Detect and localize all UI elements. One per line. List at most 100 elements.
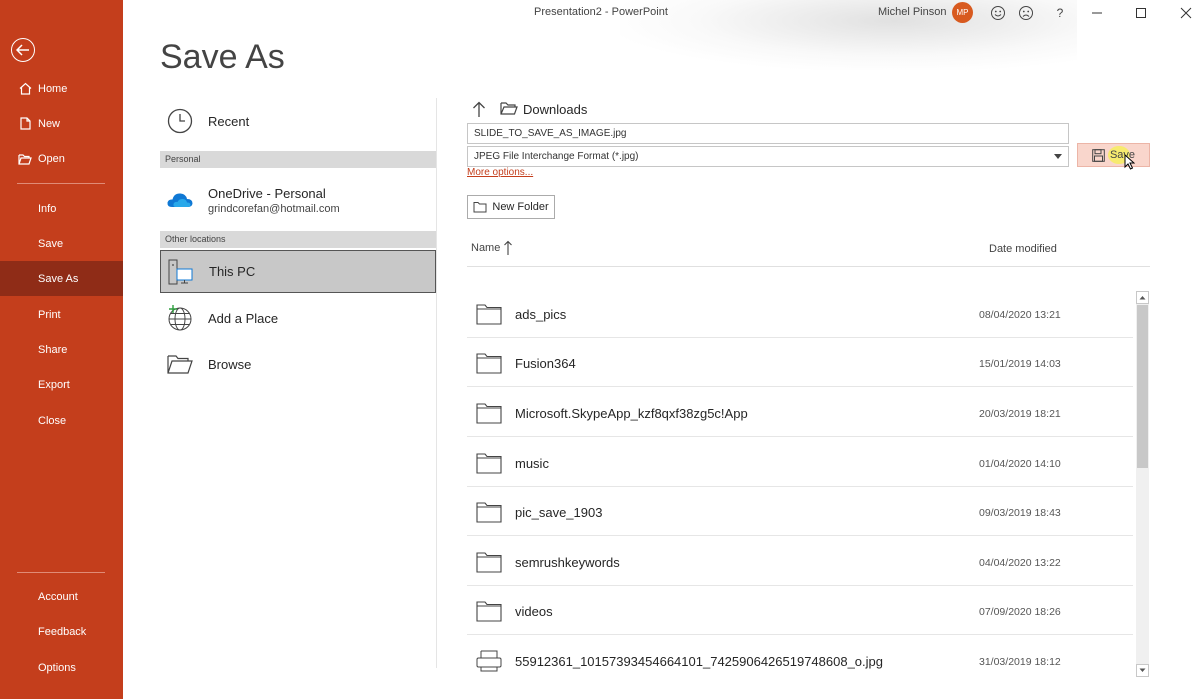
smile-icon[interactable] bbox=[988, 3, 1008, 23]
pane-divider bbox=[436, 98, 437, 668]
home-icon bbox=[18, 82, 32, 96]
file-type-value: JPEG File Interchange Format (*.jpg) bbox=[474, 151, 639, 162]
file-type-dropdown[interactable]: JPEG File Interchange Format (*.jpg) bbox=[467, 146, 1069, 167]
location-add-place[interactable]: Add a Place bbox=[160, 302, 436, 334]
clock-icon bbox=[166, 107, 194, 135]
location-browse[interactable]: Browse bbox=[160, 348, 436, 380]
computer-icon bbox=[167, 258, 195, 286]
breadcrumb[interactable]: Downloads bbox=[523, 102, 587, 117]
new-folder-button[interactable]: New Folder bbox=[467, 195, 555, 219]
file-date: 01/04/2020 14:10 bbox=[979, 458, 1061, 470]
list-item[interactable]: videos 07/09/2020 18:26 bbox=[467, 586, 1133, 635]
save-button[interactable]: Save bbox=[1077, 143, 1150, 170]
nav-account[interactable]: Account bbox=[0, 579, 123, 614]
list-item[interactable]: pic_save_1903 09/03/2019 18:43 bbox=[467, 487, 1133, 536]
frown-icon[interactable] bbox=[1016, 3, 1036, 23]
file-name-input[interactable] bbox=[467, 123, 1069, 144]
file-name: videos bbox=[515, 604, 553, 619]
nav-home[interactable]: Home bbox=[0, 71, 123, 106]
file-date: 07/09/2020 18:26 bbox=[979, 606, 1061, 618]
folder-icon bbox=[476, 552, 502, 573]
nav-save-as[interactable]: Save As bbox=[0, 261, 123, 296]
onedrive-label: OneDrive - Personal bbox=[208, 185, 326, 201]
file-date: 09/03/2019 18:43 bbox=[979, 507, 1061, 519]
folder-icon bbox=[476, 353, 502, 374]
nav-account-label: Account bbox=[38, 590, 78, 603]
page-title: Save As bbox=[160, 38, 285, 76]
nav-info[interactable]: Info bbox=[0, 191, 123, 226]
column-header-name[interactable]: Name bbox=[471, 242, 500, 254]
location-this-pc[interactable]: This PC bbox=[160, 250, 436, 293]
file-name: semrushkeywords bbox=[515, 555, 620, 570]
file-date: 31/03/2019 18:12 bbox=[979, 656, 1061, 668]
section-header-other-locations: Other locations bbox=[160, 231, 436, 248]
scroll-down-icon[interactable] bbox=[1136, 664, 1149, 677]
list-item[interactable]: ads_pics 08/04/2020 13:21 bbox=[467, 289, 1133, 338]
help-icon[interactable]: ? bbox=[1050, 3, 1070, 23]
column-header-date-modified[interactable]: Date modified bbox=[989, 243, 1057, 255]
nav-save-as-label: Save As bbox=[38, 272, 79, 285]
nav-new[interactable]: New bbox=[0, 106, 123, 141]
scrollbar-thumb[interactable] bbox=[1137, 305, 1148, 468]
nav-share[interactable]: Share bbox=[0, 332, 123, 367]
folder-icon bbox=[476, 453, 502, 474]
new-folder-label: New Folder bbox=[492, 201, 549, 213]
browse-folder-icon bbox=[166, 350, 194, 378]
folder-icon bbox=[476, 601, 502, 622]
location-browse-label: Browse bbox=[208, 356, 252, 372]
nav-print[interactable]: Print bbox=[0, 297, 123, 332]
onedrive-account: grindcorefan@hotmail.com bbox=[208, 202, 340, 215]
close-icon[interactable] bbox=[1176, 3, 1196, 23]
nav-export-label: Export bbox=[38, 378, 70, 391]
up-arrow-icon[interactable] bbox=[470, 99, 488, 119]
avatar[interactable]: MP bbox=[952, 2, 973, 23]
file-name: 55912361_10157393454664101_7425906426519… bbox=[515, 654, 883, 669]
nav-close[interactable]: Close bbox=[0, 403, 123, 438]
nav-open-label: Open bbox=[38, 152, 65, 165]
nav-save[interactable]: Save bbox=[0, 226, 123, 261]
list-item[interactable]: 55912361_10157393454664101_7425906426519… bbox=[467, 636, 1133, 685]
file-name: Fusion364 bbox=[515, 356, 576, 371]
user-name[interactable]: Michel Pinson bbox=[878, 6, 946, 18]
maximize-icon[interactable] bbox=[1131, 3, 1151, 23]
list-item[interactable]: semrushkeywords 04/04/2020 13:22 bbox=[467, 537, 1133, 586]
nav-options[interactable]: Options bbox=[0, 650, 123, 685]
location-this-pc-label: This PC bbox=[209, 264, 256, 279]
file-list-scrollbar[interactable] bbox=[1136, 291, 1149, 677]
nav-export[interactable]: Export bbox=[0, 367, 123, 402]
location-recent[interactable]: Recent bbox=[160, 105, 436, 137]
file-name: ads_pics bbox=[515, 307, 567, 322]
sort-ascending-icon bbox=[504, 240, 512, 255]
nav-open[interactable]: Open bbox=[0, 141, 123, 176]
window-title: Presentation2 - PowerPoint bbox=[534, 6, 668, 18]
file-name: music bbox=[515, 456, 549, 471]
more-options-link[interactable]: More options... bbox=[467, 167, 533, 178]
open-folder-icon bbox=[18, 152, 32, 166]
nav-save-label: Save bbox=[38, 237, 64, 250]
globe-add-icon bbox=[166, 304, 194, 332]
folder-icon bbox=[476, 403, 502, 424]
file-name: pic_save_1903 bbox=[515, 505, 603, 520]
nav-info-label: Info bbox=[38, 202, 57, 215]
nav-close-label: Close bbox=[38, 414, 67, 427]
file-date: 15/01/2019 14:03 bbox=[979, 358, 1061, 370]
backstage-nav: Home New Open Info Save Save As Print Sh… bbox=[0, 0, 123, 699]
nav-divider bbox=[17, 183, 105, 184]
back-arrow-icon[interactable] bbox=[11, 38, 35, 62]
location-recent-label: Recent bbox=[208, 113, 250, 129]
folder-icon bbox=[476, 304, 502, 325]
nav-divider bbox=[17, 572, 105, 573]
nav-share-label: Share bbox=[38, 343, 68, 356]
nav-feedback[interactable]: Feedback bbox=[0, 614, 123, 649]
location-onedrive[interactable]: OneDrive - Personal grindcorefan@hotmail… bbox=[160, 180, 436, 220]
list-item[interactable]: Fusion364 15/01/2019 14:03 bbox=[467, 338, 1133, 387]
folder-icon bbox=[500, 101, 518, 116]
list-item[interactable]: music 01/04/2020 14:10 bbox=[467, 438, 1133, 487]
folder-icon bbox=[476, 502, 502, 523]
minimize-icon[interactable] bbox=[1087, 3, 1107, 23]
nav-home-label: Home bbox=[38, 82, 68, 95]
scroll-up-icon[interactable] bbox=[1136, 291, 1149, 304]
section-header-personal: Personal bbox=[160, 151, 436, 168]
chevron-down-icon bbox=[1054, 154, 1062, 159]
list-item[interactable]: Microsoft.SkypeApp_kzf8qxf38zg5c!App 20/… bbox=[467, 388, 1133, 437]
